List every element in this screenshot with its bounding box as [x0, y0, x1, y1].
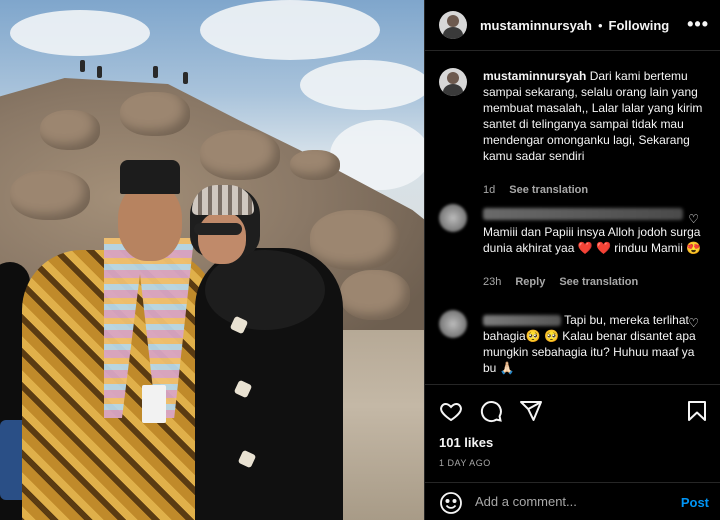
heart-outline-icon[interactable] [439, 399, 463, 423]
rock [10, 170, 90, 220]
post-sidebar: mustaminnursyah • Following ••• mustamin… [424, 0, 720, 520]
comments-list[interactable]: mustaminnursyah Dari kami bertemu sampai… [425, 52, 720, 384]
distant-person [183, 72, 188, 84]
post-date: 1 DAY AGO [439, 458, 491, 468]
heart-outline-icon[interactable]: ♡ [688, 316, 699, 330]
caption-age: 1d [483, 184, 496, 196]
author-username[interactable]: mustaminnursyah [480, 18, 592, 33]
comment-meta: 23h Reply See translation [483, 276, 638, 288]
comment-body: Mamiii dan Papiii insya Alloh jodoh surg… [483, 225, 702, 255]
cloud [200, 0, 380, 60]
avatar[interactable] [439, 11, 467, 39]
sunglasses [194, 223, 242, 235]
woman-face [198, 212, 246, 264]
blurred-username [483, 208, 683, 220]
action-icons [439, 399, 543, 423]
post-photo[interactable] [0, 0, 424, 520]
comment: Mamiii dan Papiii insya Alloh jodoh surg… [439, 204, 709, 288]
likes-count[interactable]: 101 likes [439, 435, 493, 450]
smile-icon[interactable] [439, 491, 463, 515]
comment-age: 23h [483, 276, 502, 288]
more-horizontal-icon[interactable]: ••• [687, 14, 709, 35]
cloud [10, 10, 150, 56]
man-cap [120, 160, 180, 194]
separator-dot: • [597, 17, 603, 33]
man-head [118, 183, 182, 261]
caption-meta: 1d See translation [483, 184, 588, 196]
rock [310, 210, 400, 270]
rock [200, 130, 280, 180]
distant-person [153, 66, 158, 78]
see-translation-link[interactable]: See translation [509, 184, 588, 196]
action-bar: 101 likes 1 DAY AGO Post [425, 384, 720, 520]
distant-person [97, 66, 102, 78]
post-button[interactable]: Post [681, 495, 709, 510]
comment-text: Tapi bu, mereka terlihat bahagia🥺 🥺 Kala… [483, 312, 703, 376]
rock [340, 270, 410, 320]
rock [290, 150, 340, 180]
heart-outline-icon[interactable]: ♡ [688, 212, 699, 226]
caption-text: mustaminnursyah Dari kami bertemu sampai… [483, 68, 703, 164]
avatar[interactable] [439, 310, 467, 338]
avatar[interactable] [439, 204, 467, 232]
following-button[interactable]: Following [609, 18, 670, 33]
comment-composer: Post [425, 482, 720, 520]
comment-icon[interactable] [479, 399, 503, 423]
comment-text: Mamiii dan Papiii insya Alloh jodoh surg… [483, 208, 703, 256]
see-translation-link[interactable]: See translation [559, 276, 638, 288]
comment-input[interactable] [475, 494, 665, 509]
blurred-username [483, 315, 561, 327]
cloud [300, 60, 424, 110]
distant-person [80, 60, 85, 72]
rock [120, 92, 190, 136]
caption-body: Dari kami bertemu sampai sekarang, selal… [483, 69, 703, 163]
bookmark-icon[interactable] [685, 399, 709, 423]
caption-username[interactable]: mustaminnursyah [483, 69, 586, 83]
rock [40, 110, 100, 150]
id-badge [142, 385, 166, 423]
send-icon[interactable] [519, 399, 543, 423]
comment: Tapi bu, mereka terlihat bahagia🥺 🥺 Kala… [439, 308, 709, 375]
avatar[interactable] [439, 68, 467, 96]
reply-button[interactable]: Reply [515, 276, 545, 288]
post-header: mustaminnursyah • Following ••• [425, 0, 720, 51]
